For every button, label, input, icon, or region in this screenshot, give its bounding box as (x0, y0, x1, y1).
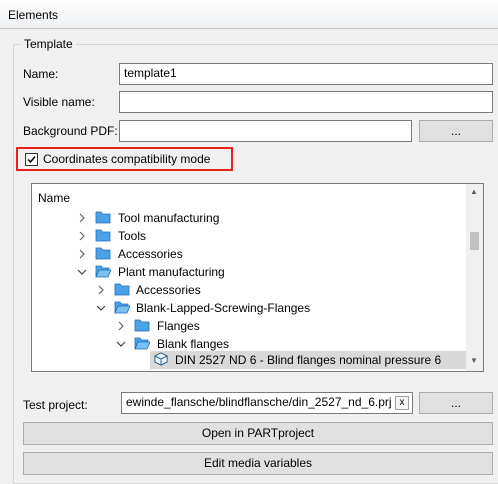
tree-item-label: Tool manufacturing (118, 211, 220, 225)
folder-open-icon (114, 301, 130, 314)
tree-item-label: Blank-Lapped-Screwing-Flanges (136, 301, 311, 315)
tree-item-accessories[interactable]: Accessories (32, 245, 468, 263)
folder-icon (95, 229, 111, 242)
tree-item-label: DIN 2527 ND 6 - Blind flanges nominal pr… (175, 353, 442, 367)
test-project-browse-button[interactable]: ... (419, 392, 493, 414)
compat-mode-label: Coordinates compatibility mode (43, 152, 211, 166)
background-pdf-label: Background PDF: (23, 124, 118, 138)
chevron-down-icon[interactable] (116, 339, 126, 349)
tree-item-plant-manufacturing[interactable]: Plant manufacturing (32, 263, 468, 281)
chevron-right-icon[interactable] (77, 249, 87, 259)
window-title: Elements (8, 8, 59, 22)
folder-icon (114, 283, 130, 296)
tree-item-label: Accessories (136, 283, 201, 297)
chevron-right-icon[interactable] (77, 231, 87, 241)
tree-item-tools[interactable]: Tools (32, 227, 468, 245)
tree-item-tool-manufacturing[interactable]: Tool manufacturing (32, 209, 468, 227)
open-in-partproject-button[interactable]: Open in PARTproject (23, 422, 493, 445)
chevron-right-icon[interactable] (96, 285, 106, 295)
folder-icon (95, 247, 111, 260)
clear-test-project-button[interactable]: x (395, 396, 409, 410)
name-label: Name: (23, 67, 59, 81)
scroll-thumb[interactable] (470, 232, 479, 250)
scroll-down-icon[interactable]: ▼ (470, 356, 478, 365)
tree-item-blank-lapped-screwing-flanges[interactable]: Blank-Lapped-Screwing-Flanges (32, 299, 468, 317)
background-pdf-input[interactable] (119, 120, 412, 142)
background-pdf-browse-button[interactable]: ... (419, 120, 493, 142)
name-input[interactable]: template1 (119, 63, 493, 85)
tree-item-label: Accessories (118, 247, 183, 261)
check-icon (27, 156, 36, 164)
folder-icon (95, 211, 111, 224)
part-cube-icon (154, 352, 168, 366)
tree-item-din-2527-nd6[interactable]: DIN 2527 ND 6 - Blind flanges nominal pr… (32, 351, 468, 369)
tree-item-flanges[interactable]: Flanges (32, 317, 468, 335)
chevron-down-icon[interactable] (96, 303, 106, 313)
edit-media-variables-button[interactable]: Edit media variables (23, 452, 493, 475)
test-project-label: Test project: (23, 398, 88, 412)
window-titlebar: Elements (0, 0, 498, 29)
folder-icon (134, 319, 150, 332)
group-label: Template (21, 37, 76, 51)
tree-item-plant-accessories[interactable]: Accessories (32, 281, 468, 299)
test-project-input[interactable]: ewinde_flansche/blindflansche/din_2527_n… (121, 392, 413, 414)
chevron-down-icon[interactable] (77, 267, 87, 277)
chevron-right-icon[interactable] (77, 213, 87, 223)
tree-item-label: Flanges (157, 319, 200, 333)
chevron-right-icon[interactable] (116, 321, 126, 331)
folder-open-icon (95, 265, 111, 278)
tree-scrollbar[interactable]: ▲ ▼ (466, 184, 483, 371)
scroll-up-icon[interactable]: ▲ (470, 187, 478, 196)
folder-open-icon (134, 337, 150, 350)
tree-header-name: Name (38, 191, 71, 205)
catalog-tree[interactable]: Name Tool manufacturing Tools Accessorie… (31, 183, 484, 372)
compat-mode-checkbox[interactable] (25, 153, 38, 166)
visible-name-label: Visible name: (23, 95, 95, 109)
compat-mode-highlight: Coordinates compatibility mode (16, 147, 233, 171)
tree-item-label: Tools (118, 229, 147, 243)
tree-item-label: Plant manufacturing (118, 265, 225, 279)
visible-name-input[interactable] (119, 91, 493, 113)
